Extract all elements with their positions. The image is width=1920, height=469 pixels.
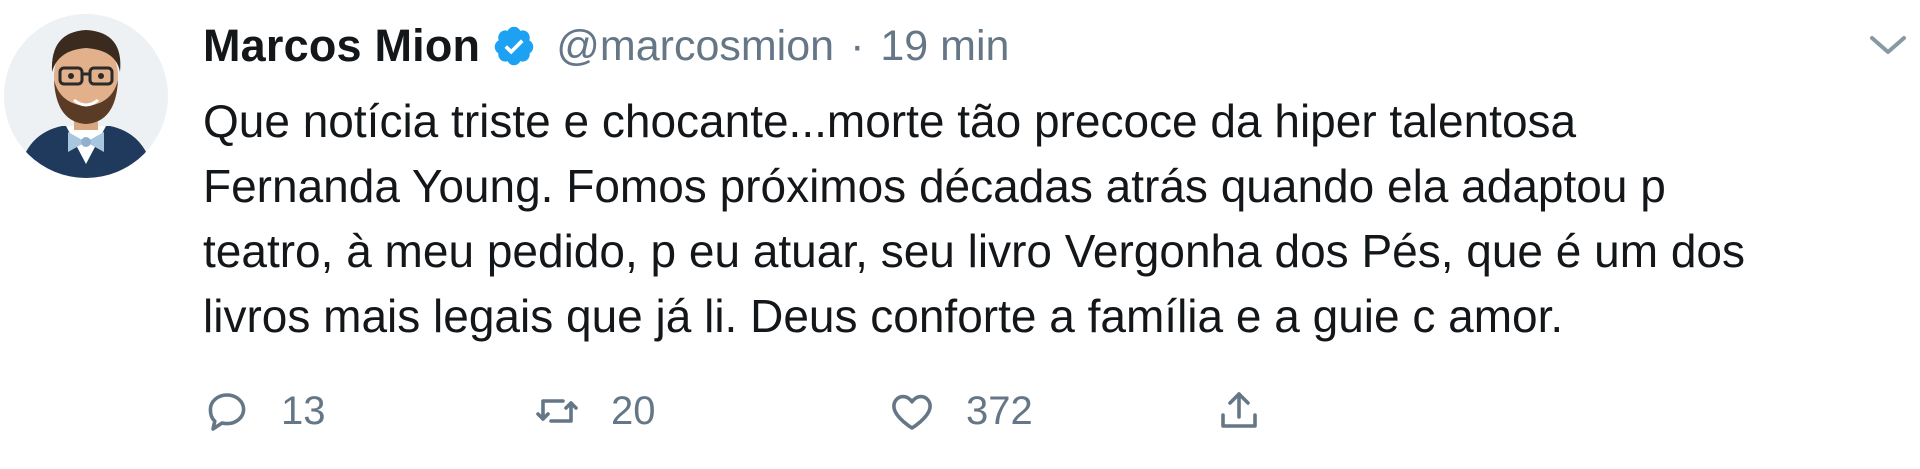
retweet-icon: [533, 387, 581, 435]
author-name[interactable]: Marcos Mion: [203, 20, 480, 72]
retweet-count: 20: [611, 388, 656, 433]
verified-badge-icon: [492, 24, 536, 68]
share-icon: [1215, 387, 1263, 435]
tweet-header: Marcos Mion @marcosmion · 19 min: [203, 14, 1009, 78]
retweet-button[interactable]: 20: [533, 378, 656, 444]
avatar-illustration: [4, 14, 168, 178]
reply-button[interactable]: 13: [203, 378, 326, 444]
like-count: 372: [966, 388, 1033, 433]
tweet-text: Que notícia triste e chocante...morte tã…: [203, 95, 1746, 342]
separator-dot: ·: [850, 21, 865, 70]
chevron-down-icon[interactable]: [1866, 30, 1910, 60]
share-button[interactable]: [1215, 378, 1263, 444]
reply-icon: [203, 387, 251, 435]
like-button[interactable]: 372: [888, 378, 1033, 444]
author-handle[interactable]: @marcosmion: [556, 22, 834, 71]
tweet-actions: 13 20 372: [203, 378, 1303, 444]
reply-count: 13: [281, 388, 326, 433]
avatar[interactable]: [4, 14, 168, 178]
heart-icon: [888, 387, 936, 435]
tweet[interactable]: Marcos Mion @marcosmion · 19 min Que not…: [0, 0, 1920, 469]
tweet-timestamp[interactable]: 19 min: [880, 22, 1009, 71]
